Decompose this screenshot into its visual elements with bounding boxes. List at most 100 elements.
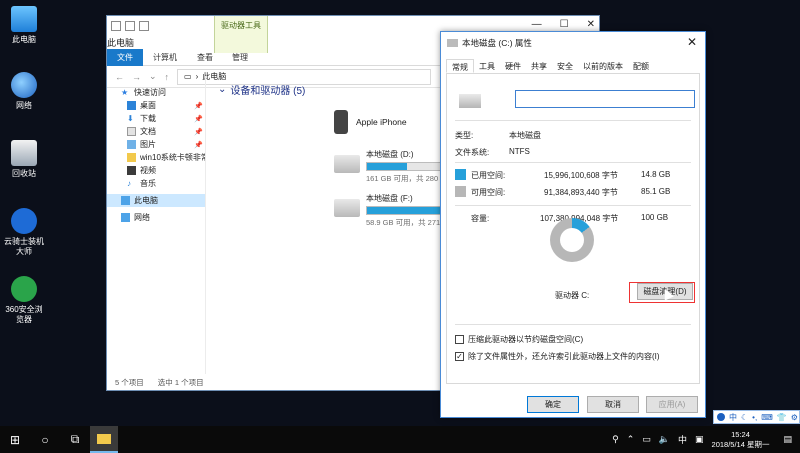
section-title: 设备和驱动器 (5) [230, 86, 306, 97]
nav-label: 桌面 [140, 101, 156, 110]
nav-label: 图片 [140, 140, 156, 149]
desktop-icon-360-browser[interactable]: 360安全浏览器 [0, 276, 48, 325]
desktop-icon-network[interactable]: 网络 [0, 72, 48, 111]
desktop-icon-label: 回收站 [12, 169, 36, 178]
desktop-icon-yunqishi[interactable]: 云骑士装机大师 [0, 208, 48, 257]
nav-documents[interactable]: 文档 📌 [107, 125, 205, 138]
task-view-icon[interactable]: ⧉ [60, 432, 90, 447]
device-iphone[interactable]: Apple iPhone [334, 110, 407, 134]
tab-computer[interactable]: 计算机 [143, 49, 187, 66]
punctuation-icon[interactable]: •, [752, 413, 757, 422]
nav-desktop[interactable]: 桌面 📌 [107, 99, 205, 112]
status-bar: 5 个项目 选中 1 个项目 [115, 377, 204, 388]
folder-icon [97, 433, 111, 444]
shirt-icon[interactable]: 👕 [777, 413, 787, 422]
desktop-icon-recycle-bin[interactable]: 回收站 [0, 140, 48, 179]
recycle-bin-icon [11, 140, 37, 166]
close-icon[interactable]: ✕ [687, 35, 697, 49]
free-bytes: 91,384,893,440 字节 [544, 188, 618, 197]
tab-manage[interactable]: 管理 [222, 49, 258, 66]
used-gb: 14.8 GB [641, 170, 671, 179]
nav-label: 网络 [134, 213, 150, 222]
new-folder-icon[interactable] [139, 21, 149, 31]
tab-sharing[interactable]: 共享 [526, 59, 552, 73]
clock[interactable]: 15:24 2018/5/14 星期一 [712, 430, 770, 450]
tab-previous-versions[interactable]: 以前的版本 [578, 59, 628, 73]
picture-icon [127, 140, 136, 149]
properties-icon[interactable] [125, 21, 135, 31]
network-icon [121, 213, 130, 222]
tab-file[interactable]: 文件 [107, 48, 143, 66]
ok-button[interactable]: 确定 [527, 396, 579, 413]
compress-checkbox-row[interactable]: 压缩此驱动器以节约磁盘空间(C) [455, 334, 583, 345]
window-controls: — ☐ ✕ [532, 19, 595, 30]
tab-view[interactable]: 查看 [187, 49, 223, 66]
settings-icon[interactable]: ⚙ [791, 413, 798, 422]
nav-music[interactable]: ♪ 音乐 [107, 177, 205, 190]
nav-folder-win10[interactable]: win10系统卡顿非常 [107, 151, 205, 164]
drive-usage-fill [367, 163, 407, 170]
ime-tray-indicator[interactable]: 中 [678, 433, 687, 446]
nav-label: win10系统卡顿非常 [140, 153, 205, 162]
tab-tools[interactable]: 工具 [474, 59, 500, 73]
chevron-down-icon: ⌄ [218, 84, 227, 95]
nav-quick-access[interactable]: ★ 快速访问 [107, 86, 205, 99]
tab-general[interactable]: 常规 [446, 59, 474, 73]
pin-icon: 📌 [194, 102, 203, 110]
chevron-up-icon[interactable]: ⌃ [627, 434, 635, 445]
compress-checkbox[interactable] [455, 335, 464, 344]
clock-date: 2018/5/14 星期一 [711, 439, 770, 449]
item-count: 5 个项目 [115, 378, 144, 387]
people-icon[interactable]: ⚲ [612, 434, 619, 445]
tab-quota[interactable]: 配额 [628, 59, 654, 73]
video-icon [127, 166, 136, 175]
nav-videos[interactable]: 视频 [107, 164, 205, 177]
clock-time: 15:24 [731, 429, 750, 439]
document-icon [127, 127, 136, 136]
tab-security[interactable]: 安全 [552, 59, 578, 73]
moon-icon[interactable]: ☾ [741, 413, 748, 422]
volume-name-input[interactable] [515, 90, 695, 108]
minimize-icon[interactable]: — [532, 19, 542, 30]
taskbar-explorer[interactable] [90, 426, 118, 453]
divider [455, 324, 691, 325]
download-icon: ⬇ [127, 114, 134, 123]
apply-button[interactable]: 应用(A) [646, 396, 698, 413]
filesystem-row: 文件系统: NTFS [455, 147, 530, 158]
nav-downloads[interactable]: ⬇ 下载 📌 [107, 112, 205, 125]
network-tray-icon[interactable]: ▭ [642, 434, 651, 445]
nav-label: 下载 [140, 114, 156, 123]
free-label: 可用空间: [471, 188, 506, 197]
drive-tools-label: 驱动器工具 [221, 21, 261, 30]
ime-tray-icon[interactable]: ▣ [695, 434, 704, 445]
cancel-button[interactable]: 取消 [587, 396, 639, 413]
close-icon[interactable]: ✕ [587, 19, 595, 30]
quick-access-toolbar-icon[interactable] [111, 21, 121, 31]
tab-hardware[interactable]: 硬件 [500, 59, 526, 73]
maximize-icon[interactable]: ☐ [560, 19, 569, 30]
compress-label: 压缩此驱动器以节约磁盘空间(C) [468, 335, 584, 344]
search-icon[interactable]: ○ [30, 433, 60, 447]
nav-network[interactable]: 网络 [107, 211, 205, 224]
nav-this-pc[interactable]: 此电脑 [107, 194, 205, 207]
dialog-tabs: 常规 工具 硬件 共享 安全 以前的版本 配额 [446, 59, 700, 74]
desktop-icon-this-pc[interactable]: 此电脑 [0, 6, 48, 45]
phone-icon [334, 110, 348, 134]
index-checkbox[interactable]: ✓ [455, 352, 464, 361]
ime-mode[interactable]: 中 [729, 412, 737, 423]
network-icon [11, 72, 37, 98]
ime-toolbar[interactable]: 中 ☾ •, ⌨ 👕 ⚙ [713, 410, 800, 424]
nav-pictures[interactable]: 图片 📌 [107, 138, 205, 151]
desktop-icon-label: 360安全浏览器 [5, 305, 43, 324]
index-label: 除了文件属性外，还允许索引此驱动器上文件的内容(I) [468, 352, 660, 361]
browser-360-icon [11, 276, 37, 302]
nav-label: 视频 [140, 166, 156, 175]
hard-drive-icon [334, 155, 360, 173]
type-row: 类型: 本地磁盘 [455, 130, 541, 141]
notifications-icon[interactable]: ▤ [783, 434, 792, 445]
index-checkbox-row[interactable]: ✓ 除了文件属性外，还允许索引此驱动器上文件的内容(I) [455, 351, 660, 362]
keyboard-icon[interactable]: ⌨ [761, 413, 773, 422]
used-swatch [455, 169, 466, 180]
volume-icon[interactable]: 🔈 [659, 434, 670, 445]
start-windows-icon[interactable]: ⊞ [0, 433, 30, 447]
